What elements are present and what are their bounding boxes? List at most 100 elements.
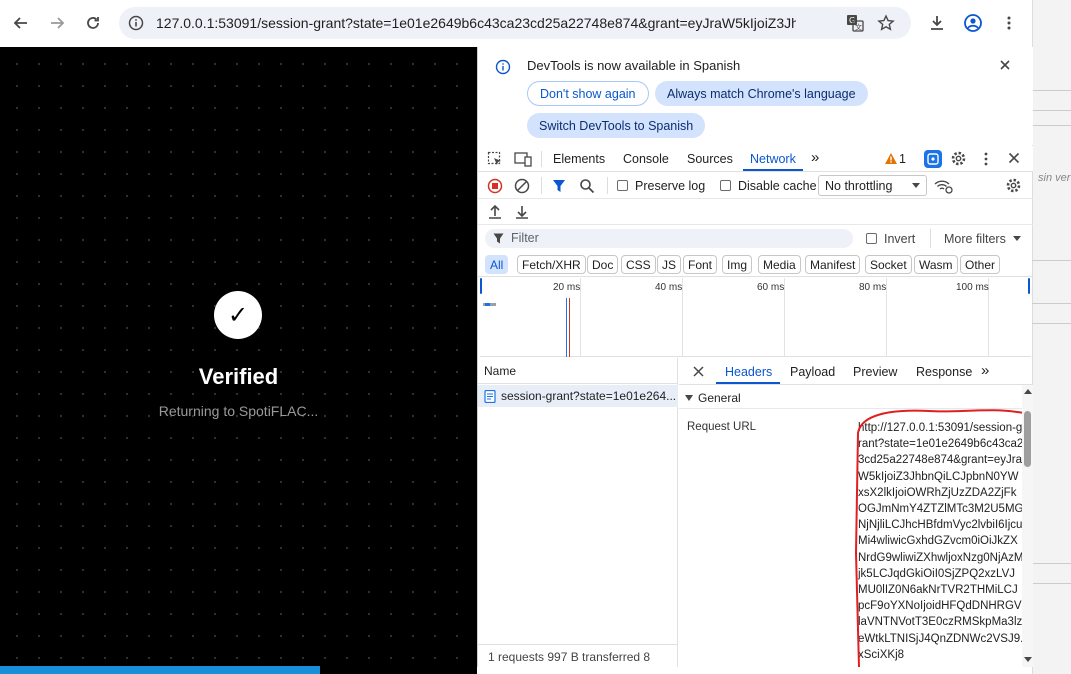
background-page-text: sin ver: [1038, 172, 1071, 184]
request-list: Name session-grant?state=1e01e264... 1 r…: [478, 358, 678, 667]
throttling-select[interactable]: No throttling: [818, 175, 927, 196]
warning-count[interactable]: 1: [899, 152, 906, 166]
ai-assistance-icon[interactable]: [924, 150, 942, 168]
inspect-element-icon[interactable]: [487, 151, 503, 167]
network-overview-timeline[interactable]: 20 ms 40 ms 60 ms 80 ms 100 ms: [480, 278, 1031, 357]
load-event-marker: [569, 298, 570, 357]
warning-icon[interactable]: [884, 152, 898, 165]
network-summary: 1 requests 997 B transferred 8: [478, 644, 678, 667]
bookmark-star-icon[interactable]: [877, 14, 895, 32]
dropdown-arrow-icon: [912, 183, 920, 188]
record-stop-icon[interactable]: [487, 178, 503, 194]
search-icon[interactable]: [579, 178, 595, 194]
download-icon[interactable]: [925, 11, 949, 35]
timeline-tick: 80 ms: [859, 282, 887, 293]
infobar-message: DevTools is now available in Spanish: [527, 58, 741, 73]
browser-toolbar: 127.0.0.1:53091/session-grant?state=1e01…: [0, 0, 1032, 46]
invert-label: Invert: [884, 232, 916, 246]
chip-media[interactable]: Media: [758, 255, 801, 274]
preserve-log-label: Preserve log: [635, 179, 706, 193]
forward-icon[interactable]: [45, 11, 69, 35]
profile-avatar-icon[interactable]: [961, 11, 985, 35]
resource-type-filters: All Fetch/XHR Doc CSS JS Font Img Media …: [478, 253, 1033, 277]
reload-icon[interactable]: [81, 11, 105, 35]
chip-css[interactable]: CSS: [621, 255, 656, 274]
filter-input[interactable]: Filter: [485, 229, 853, 248]
translate-icon[interactable]: G文: [846, 14, 864, 32]
svg-text:文: 文: [855, 23, 862, 32]
tab-console[interactable]: Console: [623, 152, 669, 166]
tab-payload[interactable]: Payload: [790, 365, 835, 379]
close-devtools-icon[interactable]: [1008, 152, 1020, 164]
timeline-tick: 20 ms: [553, 282, 581, 293]
tab-network[interactable]: Network: [750, 152, 796, 166]
close-details-icon[interactable]: [693, 366, 704, 377]
filter-funnel-icon[interactable]: [552, 179, 566, 193]
import-har-icon[interactable]: [488, 204, 502, 220]
chip-all[interactable]: All: [485, 255, 509, 274]
chip-other[interactable]: Other: [960, 255, 1001, 274]
throttling-value: No throttling: [825, 179, 893, 193]
tab-preview[interactable]: Preview: [853, 365, 897, 379]
details-tabbar: Headers Payload Preview Response »: [679, 358, 1033, 385]
tab-headers[interactable]: Headers: [725, 365, 772, 379]
disable-cache-checkbox[interactable]: [720, 180, 731, 191]
settings-gear-icon[interactable]: [950, 150, 967, 167]
request-row[interactable]: session-grant?state=1e01e264...: [478, 385, 678, 407]
more-detail-tabs-button[interactable]: »: [981, 362, 989, 379]
devtools-menu-icon[interactable]: [980, 151, 992, 167]
divider: [1032, 110, 1071, 111]
tab-response[interactable]: Response: [916, 365, 972, 379]
checkmark-icon: ✓: [214, 291, 262, 339]
collapse-triangle-icon: [685, 394, 693, 401]
disable-cache-label: Disable cache: [738, 179, 817, 193]
chip-manifest[interactable]: Manifest: [805, 255, 861, 274]
site-info-icon[interactable]: [128, 15, 144, 31]
network-settings-gear-icon[interactable]: [1005, 177, 1022, 194]
device-toolbar-icon[interactable]: [514, 151, 532, 167]
chip-socket[interactable]: Socket: [865, 255, 912, 274]
page-viewport: [0, 47, 477, 674]
request-details: Headers Payload Preview Response » Gener…: [679, 358, 1033, 667]
document-icon: [484, 389, 496, 403]
timeline-handle-right[interactable]: [1028, 278, 1030, 294]
address-bar[interactable]: 127.0.0.1:53091/session-grant?state=1e01…: [119, 7, 911, 39]
chip-js[interactable]: JS: [657, 255, 682, 274]
tab-elements[interactable]: Elements: [553, 152, 605, 166]
preserve-log-checkbox[interactable]: [617, 180, 628, 191]
back-icon[interactable]: [9, 11, 33, 35]
network-conditions-icon[interactable]: [933, 178, 953, 194]
chip-img[interactable]: Img: [722, 255, 753, 274]
tab-sources[interactable]: Sources: [687, 152, 733, 166]
export-har-icon[interactable]: [515, 204, 529, 220]
general-section-label: General: [698, 390, 741, 405]
scrollbar-thumb[interactable]: [1024, 411, 1031, 467]
divider: [1032, 125, 1071, 126]
chip-doc[interactable]: Doc: [587, 255, 619, 274]
chip-fetch-xhr[interactable]: Fetch/XHR: [517, 255, 586, 274]
divider: [607, 177, 608, 194]
always-match-language-button[interactable]: Always match Chrome's language: [655, 81, 868, 106]
name-column-header[interactable]: Name: [478, 358, 678, 384]
divider: [541, 151, 542, 167]
close-icon[interactable]: [999, 59, 1011, 71]
divider: [930, 229, 931, 248]
network-toolbar: Preserve log Disable cache No throttling: [478, 173, 1033, 199]
language-infobar: DevTools is now available in Spanish Don…: [478, 47, 1033, 145]
scroll-down-arrow-icon[interactable]: [1024, 657, 1032, 662]
more-filters-button[interactable]: More filters: [944, 232, 1006, 246]
divider: [1032, 303, 1071, 304]
invert-checkbox[interactable]: [866, 233, 877, 244]
timeline-handle-left[interactable]: [480, 278, 482, 294]
chip-font[interactable]: Font: [683, 255, 718, 274]
divider: [1032, 90, 1071, 91]
divider: [1032, 583, 1071, 584]
switch-to-spanish-button[interactable]: Switch DevTools to Spanish: [527, 113, 706, 138]
clear-icon[interactable]: [514, 178, 530, 194]
dont-show-again-button[interactable]: Don't show again: [527, 81, 649, 106]
browser-menu-icon[interactable]: [997, 11, 1021, 35]
more-tabs-button[interactable]: »: [811, 149, 819, 166]
chip-wasm[interactable]: Wasm: [914, 255, 958, 274]
scroll-up-arrow-icon[interactable]: [1024, 389, 1032, 394]
url-text[interactable]: 127.0.0.1:53091/session-grant?state=1e01…: [156, 15, 796, 31]
